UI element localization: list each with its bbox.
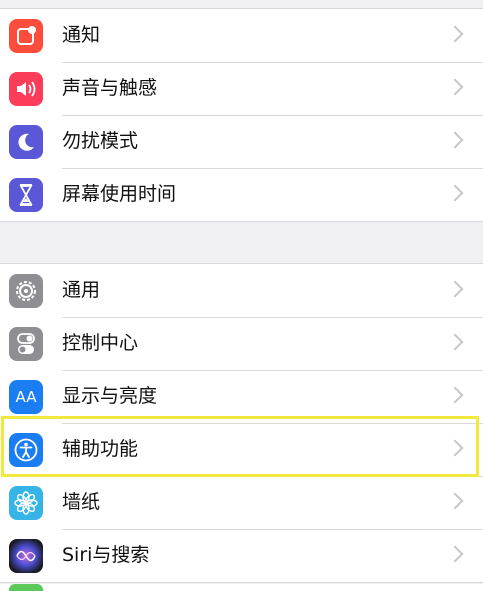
settings-row-label: 屏幕使用时间 (62, 183, 177, 205)
chevron-right-icon (446, 280, 464, 298)
chevron-right-icon (446, 184, 464, 202)
settings-row-label: 显示与亮度 (62, 385, 158, 407)
settings-row-display-brightness[interactable]: AA 显示与亮度 (0, 370, 483, 423)
text-size-icon: AA (9, 380, 43, 414)
chevron-right-icon (446, 333, 464, 351)
settings-row-siri-search[interactable]: Siri与搜索 (0, 529, 483, 582)
siri-icon (9, 539, 43, 573)
notifications-icon (9, 19, 43, 53)
settings-row-general[interactable]: 通用 (0, 264, 483, 317)
settings-row-label: 声音与触感 (62, 77, 158, 99)
settings-row-do-not-disturb[interactable]: 勿扰模式 (0, 115, 483, 168)
chevron-right-icon (446, 492, 464, 510)
settings-row-notifications[interactable]: 通知 (0, 9, 483, 62)
chevron-right-icon (446, 131, 464, 149)
chevron-right-icon (446, 25, 464, 43)
chevron-right-icon (446, 78, 464, 96)
accessibility-icon (9, 433, 43, 467)
moon-icon (9, 125, 43, 159)
gear-icon (9, 274, 43, 308)
settings-row-accessibility[interactable]: 辅助功能 (0, 423, 483, 476)
chevron-right-icon (446, 439, 464, 457)
settings-row-label: 控制中心 (62, 332, 139, 354)
settings-row-wallpaper[interactable]: 墙纸 (0, 476, 483, 529)
settings-row-screen-time[interactable]: 屏幕使用时间 (0, 168, 483, 221)
settings-row-label: 通知 (62, 24, 101, 46)
chevron-right-icon (446, 386, 464, 404)
settings-row-label: 墙纸 (62, 491, 101, 513)
settings-row-label: 勿扰模式 (62, 130, 139, 152)
next-row-partial (0, 584, 483, 591)
flower-icon (9, 486, 43, 520)
chevron-right-icon (446, 545, 464, 563)
settings-row-label: 通用 (62, 279, 101, 301)
speaker-icon (9, 72, 43, 106)
partial-app-icon (9, 584, 43, 591)
settings-row-label: Siri与搜索 (62, 544, 150, 566)
settings-row-control-center[interactable]: 控制中心 (0, 317, 483, 370)
settings-row-label: 辅助功能 (62, 438, 139, 460)
toggle-switches-icon (9, 327, 43, 361)
settings-group-1: 通知 声音与触感 勿扰模式 屏幕使用时间 (0, 8, 483, 222)
settings-row-sounds[interactable]: 声音与触感 (0, 62, 483, 115)
hourglass-icon (9, 178, 43, 212)
text-size-glyph: AA (15, 388, 37, 406)
settings-group-2: 通用 控制中心 AA 显示与亮度 辅助功能 墙纸 Siri与搜索 (0, 263, 483, 583)
